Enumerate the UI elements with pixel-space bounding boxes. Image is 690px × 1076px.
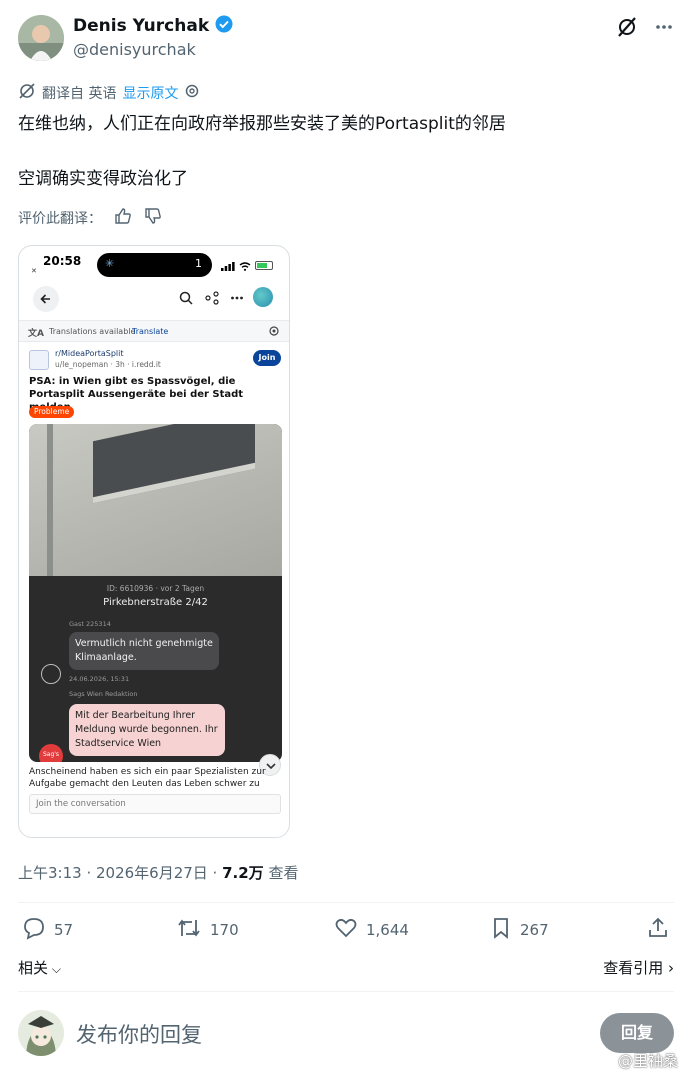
view-quotes-link[interactable]: 查看引用 › xyxy=(603,957,674,978)
translate-icon xyxy=(18,82,36,104)
rate-translation-label: 评价此翻译： xyxy=(18,211,102,227)
bookmark-count: 267 xyxy=(520,921,549,939)
share-upload-icon xyxy=(646,916,670,944)
guest-message: Vermutlich nicht genehmigte Klimaanlage. xyxy=(69,632,219,670)
translate-link[interactable]: Translate xyxy=(132,327,168,336)
user-avatar-icon[interactable] xyxy=(253,287,273,307)
attached-screenshot[interactable]: 20:58 ✕ ✳ 1 文A Translations available Tr… xyxy=(18,245,290,838)
verified-badge-icon xyxy=(215,15,233,37)
signal-icon xyxy=(221,256,235,275)
thumbs-down-icon[interactable] xyxy=(144,207,162,229)
share-icon[interactable] xyxy=(205,290,219,309)
person-icon xyxy=(41,664,61,684)
more-options-icon[interactable] xyxy=(654,17,674,41)
tweet-time-date[interactable]: 上午3:13 · 2026年6月27日 · xyxy=(18,864,222,882)
related-label[interactable]: 相关 xyxy=(18,959,48,977)
translations-bar: 文A Translations available Translate xyxy=(19,320,289,342)
translation-info: 翻译自 英语 显示原文 xyxy=(18,82,200,104)
translated-from-label: 翻译自 英语 xyxy=(42,86,117,102)
related-dropdown[interactable]: 相关 ⌵ xyxy=(18,957,61,978)
divider-top xyxy=(18,902,674,903)
report-id: ID: 6610936 · vor 2 Tagen xyxy=(106,584,205,593)
weibo-watermark: @里袖桑 xyxy=(617,1052,678,1070)
report-address: Pirkebnerstraße 2/42 xyxy=(103,597,208,608)
like-action[interactable]: 1,644 xyxy=(334,916,409,944)
reply-action[interactable]: 57 xyxy=(22,916,73,944)
bookmark-icon xyxy=(490,916,512,944)
view-quotes-label[interactable]: 查看引用 xyxy=(603,959,663,977)
chevron-right-icon: › xyxy=(663,959,674,977)
bookmark-action[interactable]: 267 xyxy=(490,916,549,944)
join-subreddit-button[interactable]: Join xyxy=(253,350,281,366)
status-time: 20:58 xyxy=(43,254,82,268)
more-icon[interactable] xyxy=(230,290,244,309)
drain-pipe xyxy=(47,424,53,576)
reply-count: 57 xyxy=(54,921,74,939)
redaktion-label: Sags Wien Redaktion xyxy=(69,690,138,698)
related-row: 相关 ⌵ 查看引用 › xyxy=(18,957,674,979)
view-count: 7.2万 xyxy=(222,864,264,882)
like-count: 1,644 xyxy=(366,921,409,939)
author-name-row[interactable]: Denis Yurchak xyxy=(73,15,233,37)
tweet-timestamp[interactable]: 上午3:13 · 2026年6月27日 · 7.2万 查看 xyxy=(18,862,298,883)
subreddit-name[interactable]: r/MideaPortaSplit xyxy=(55,349,124,358)
dynamic-island: ✳ 1 xyxy=(97,253,212,277)
tweet-text-line-1: 在维也纳，人们正在向政府举报那些安装了美的Portasplit的邻居 xyxy=(18,114,506,134)
tweet-text-line-2: 空调确实变得政治化了 xyxy=(18,169,188,189)
tweet-top-actions xyxy=(616,16,674,42)
search-icon[interactable] xyxy=(179,290,193,309)
join-conversation-input[interactable]: Join the conversation xyxy=(29,794,281,814)
status-indicators xyxy=(221,256,273,275)
wifi-icon xyxy=(239,256,251,275)
redaktion-message: Mit der Bearbeitung Ihrer Meldung wurde … xyxy=(69,704,225,756)
views-label: 查看 xyxy=(263,864,299,882)
battery-icon xyxy=(255,261,273,270)
wall-photo xyxy=(29,424,282,576)
repost-action[interactable]: 170 xyxy=(176,916,239,944)
phone-status-bar: 20:58 ✕ ✳ 1 xyxy=(19,246,289,278)
status-close-icon: ✕ xyxy=(31,267,37,275)
chevron-down-small-icon: ⌵ xyxy=(48,962,61,976)
tweet-actions: 57 170 1,644 267 xyxy=(18,916,674,946)
subreddit-icon xyxy=(29,350,49,370)
thumbs-up-icon[interactable] xyxy=(114,207,132,229)
translation-settings-icon[interactable] xyxy=(184,83,200,103)
reddit-app-bar xyxy=(19,282,289,316)
translation-settings-gear-icon[interactable] xyxy=(268,325,280,339)
reply-input[interactable]: 发布你的回复 xyxy=(76,1019,202,1049)
share-action[interactable] xyxy=(646,916,670,944)
author-display-name[interactable]: Denis Yurchak xyxy=(73,16,209,36)
show-original-link[interactable]: 显示原文 xyxy=(122,83,178,103)
sags-badge: Sag's xyxy=(39,744,63,762)
author-handle[interactable]: @denisyurchak xyxy=(73,40,196,59)
translate-language-icon: 文A xyxy=(28,329,44,339)
post-image[interactable]: ID: 6610936 · vor 2 Tagen Pirkebnerstraß… xyxy=(29,424,282,762)
back-button[interactable] xyxy=(33,286,59,312)
heart-icon xyxy=(334,916,358,944)
translations-available-text: Translations available xyxy=(49,327,136,336)
island-count: 1 xyxy=(195,257,202,270)
divider-bottom xyxy=(18,991,674,992)
current-user-avatar[interactable] xyxy=(18,1010,64,1056)
repost-count: 170 xyxy=(210,921,239,939)
island-activity-icon: ✳ xyxy=(105,257,115,270)
author-avatar[interactable] xyxy=(18,15,64,61)
repost-icon xyxy=(176,916,202,944)
guest-label: Gast 225314 xyxy=(69,620,111,628)
post-author-meta: u/le_nopeman · 3h · i.redd.it xyxy=(55,360,161,369)
grok-icon[interactable] xyxy=(616,16,638,42)
message-date: 24.06.2026, 15:31 xyxy=(69,675,130,683)
reply-icon xyxy=(22,916,46,944)
reply-composer: 发布你的回复 回复 xyxy=(18,1010,674,1062)
post-flair: Probleme xyxy=(29,406,75,418)
window-shape xyxy=(93,424,255,504)
rate-translation: 评价此翻译： xyxy=(18,207,162,229)
post-header: r/MideaPortaSplit u/le_nopeman · 3h · i.… xyxy=(29,348,281,376)
post-body-text: Anscheinend haben es sich ein paar Spezi… xyxy=(29,767,266,789)
reply-button[interactable]: 回复 xyxy=(600,1013,674,1053)
